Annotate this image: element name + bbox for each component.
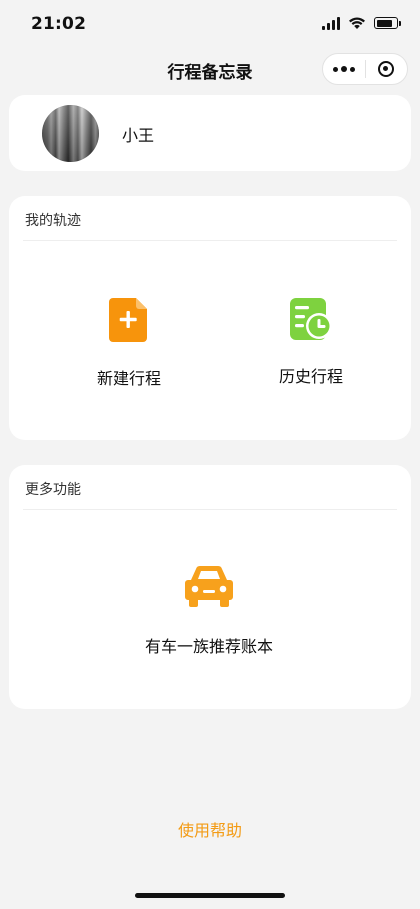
battery-icon — [374, 17, 401, 29]
history-trip-button[interactable]: 历史行程 — [251, 298, 371, 387]
section-divider — [23, 509, 397, 510]
section-title-more-features: 更多功能 — [25, 482, 81, 498]
car-ledger-button[interactable]: 有车一族推荐账本 — [109, 565, 309, 657]
home-indicator — [135, 893, 285, 898]
new-trip-label: 新建行程 — [96, 369, 161, 388]
status-time: 21:02 — [31, 14, 87, 34]
status-bar: 21:02 — [0, 0, 420, 52]
section-title-my-track: 我的轨迹 — [25, 213, 81, 229]
new-trip-button[interactable]: 新建行程 — [69, 298, 189, 389]
status-icons — [322, 16, 401, 30]
miniprogram-capsule — [322, 53, 408, 85]
car-ledger-label: 有车一族推荐账本 — [144, 637, 273, 656]
cellular-signal-icon — [322, 16, 340, 30]
history-trip-label: 历史行程 — [278, 367, 343, 386]
section-divider — [23, 240, 397, 241]
history-clock-list-icon — [290, 298, 332, 340]
car-icon — [185, 565, 233, 607]
help-link[interactable]: 使用帮助 — [0, 817, 420, 841]
wifi-icon — [349, 17, 365, 29]
my-track-card: 我的轨迹 新建行程 历史行程 — [9, 196, 411, 440]
avatar — [42, 105, 99, 162]
username: 小王 — [122, 126, 155, 145]
profile-card[interactable]: 小王 — [9, 95, 411, 171]
close-miniprogram-icon[interactable] — [366, 54, 407, 84]
more-dots-icon[interactable] — [323, 54, 365, 84]
more-features-card: 更多功能 有车一族推荐账本 — [9, 465, 411, 709]
new-document-plus-icon — [109, 298, 147, 342]
